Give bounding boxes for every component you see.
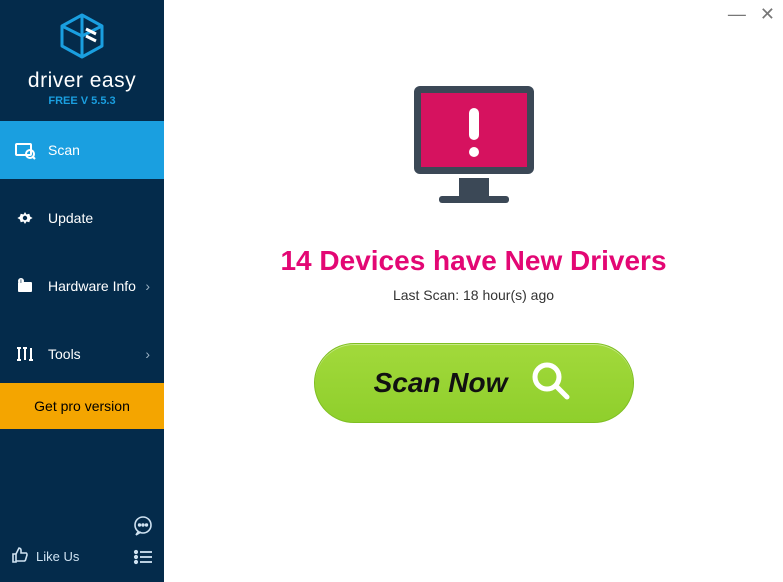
sidebar-item-label: Hardware Info [48, 278, 145, 294]
magnifier-icon [529, 359, 573, 408]
menu-list-icon[interactable] [132, 546, 154, 568]
logo-icon [56, 12, 108, 65]
sidebar-item-label: Update [48, 210, 150, 226]
chevron-right-icon: › [145, 346, 150, 362]
sidebar-item-label: Scan [48, 142, 150, 158]
sidebar-item-label: Tools [48, 346, 145, 362]
app-title: driver easy [0, 69, 164, 93]
scan-icon [14, 139, 36, 161]
headline: 14 Devices have New Drivers [280, 245, 666, 277]
like-us-label: Like Us [36, 549, 79, 564]
close-button[interactable]: ✕ [760, 4, 775, 25]
chevron-right-icon: › [145, 278, 150, 294]
sidebar-item-tools[interactable]: Tools › [0, 325, 164, 383]
scan-now-label: Scan Now [374, 367, 508, 399]
sidebar-item-hardware-info[interactable]: i Hardware Info › [0, 257, 164, 315]
get-pro-label: Get pro version [34, 398, 130, 414]
sidebar: driver easy FREE V 5.5.3 Scan [0, 0, 164, 582]
last-scan-label: Last Scan: 18 hour(s) ago [393, 287, 554, 303]
like-us-button[interactable]: Like Us [10, 545, 79, 568]
logo-area: driver easy FREE V 5.5.3 [0, 0, 164, 115]
feedback-icon[interactable] [132, 515, 154, 537]
gear-icon [14, 207, 36, 229]
sidebar-item-scan[interactable]: Scan [0, 121, 164, 179]
scan-now-button[interactable]: Scan Now [314, 343, 634, 423]
app-version: FREE V 5.5.3 [0, 95, 164, 107]
sidebar-item-update[interactable]: Update [0, 189, 164, 247]
nav: Scan Update i [0, 121, 164, 429]
window-controls: — ✕ [728, 4, 775, 25]
thumbs-up-icon [10, 545, 30, 568]
minimize-button[interactable]: — [728, 4, 746, 25]
main-panel: — ✕ 14 Devices have New Drivers Last Sca… [164, 0, 783, 582]
app-window: driver easy FREE V 5.5.3 Scan [0, 0, 783, 582]
sidebar-bottom: Like Us [0, 505, 164, 582]
get-pro-button[interactable]: Get pro version [0, 383, 164, 429]
tools-icon [14, 343, 36, 365]
alert-monitor-icon [399, 78, 549, 223]
hardware-info-icon: i [14, 275, 36, 297]
